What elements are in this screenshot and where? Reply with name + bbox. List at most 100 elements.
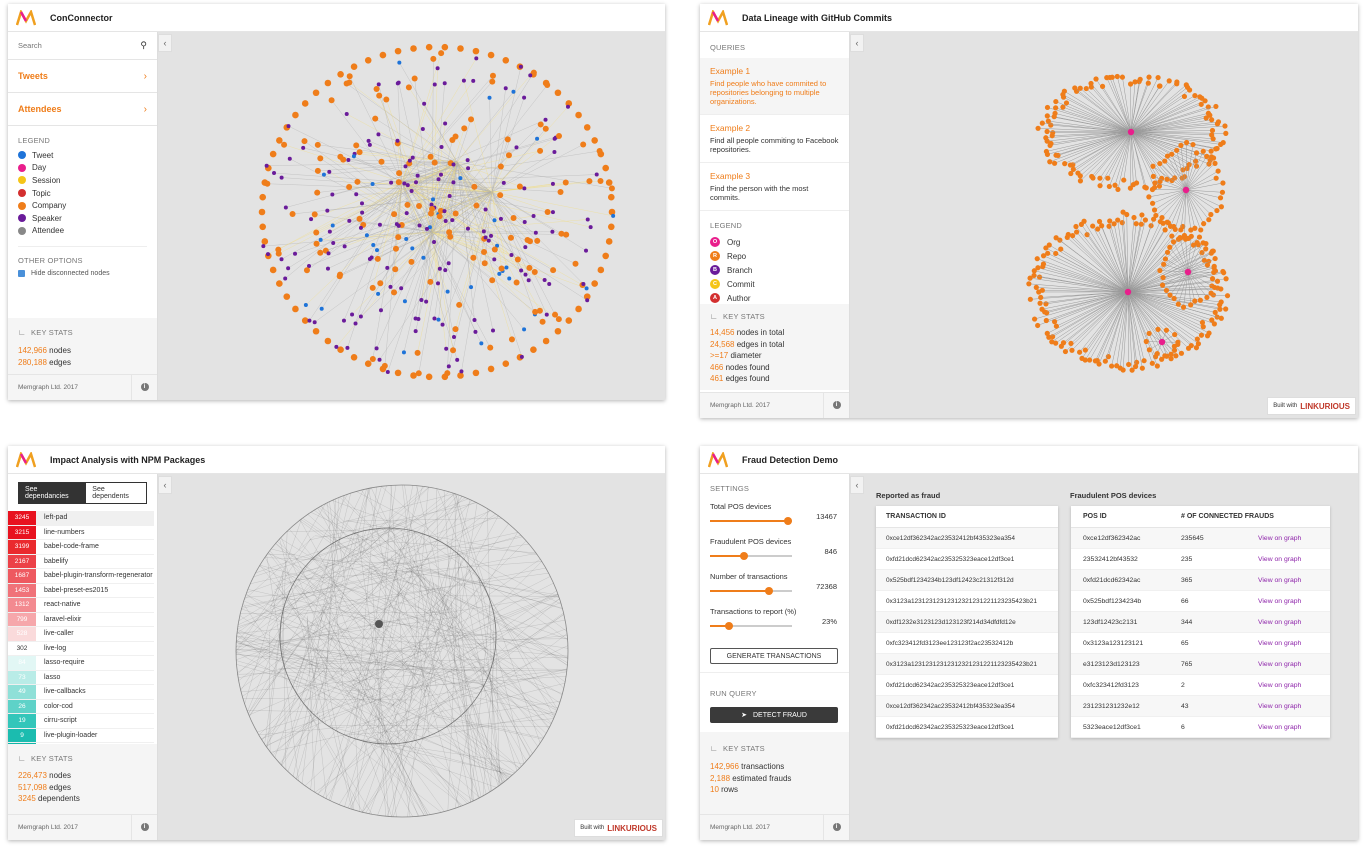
graph-node[interactable]: [369, 255, 374, 260]
graph-node[interactable]: [430, 55, 437, 62]
search-input[interactable]: [18, 41, 128, 50]
graph-node[interactable]: [410, 246, 415, 251]
repo-node[interactable]: [1163, 327, 1170, 333]
repo-node[interactable]: [1174, 81, 1180, 87]
repo-node[interactable]: [1162, 158, 1168, 164]
repo-node[interactable]: [1045, 118, 1051, 124]
repo-node[interactable]: [1157, 83, 1163, 89]
repo-node[interactable]: [1154, 350, 1160, 357]
repo-node[interactable]: [1198, 101, 1204, 107]
graph-node[interactable]: [397, 60, 402, 65]
graph-node[interactable]: [562, 179, 569, 186]
tab-see-dependents[interactable]: See dependents: [86, 482, 147, 504]
graph-node[interactable]: [327, 169, 332, 174]
company-node[interactable]: [605, 238, 613, 245]
repo-node[interactable]: [1053, 235, 1059, 241]
graph-node[interactable]: [450, 218, 455, 223]
graph-node[interactable]: [283, 276, 288, 281]
graph-node[interactable]: [537, 121, 544, 128]
graph-node[interactable]: [509, 253, 514, 258]
view-on-graph-link[interactable]: View on graph: [1258, 703, 1301, 710]
repo-node[interactable]: [1037, 300, 1043, 306]
repo-node[interactable]: [1146, 74, 1152, 80]
repo-node[interactable]: [1105, 175, 1111, 181]
graph-node[interactable]: [508, 336, 515, 343]
graph-node[interactable]: [427, 153, 434, 160]
graph-node[interactable]: [501, 180, 506, 185]
graph-node[interactable]: [261, 244, 266, 249]
graph-node[interactable]: [444, 370, 451, 377]
repo-node[interactable]: [1210, 155, 1217, 161]
company-node[interactable]: [364, 56, 372, 64]
view-on-graph-link[interactable]: View on graph: [1258, 682, 1301, 689]
graph-node[interactable]: [526, 264, 533, 271]
repo-node[interactable]: [1035, 322, 1041, 329]
repo-node[interactable]: [1172, 331, 1178, 338]
graph-node[interactable]: [465, 226, 470, 231]
company-node[interactable]: [324, 79, 332, 87]
graph-node[interactable]: [550, 267, 557, 274]
graph-node[interactable]: [594, 172, 599, 177]
repo-node[interactable]: [1131, 214, 1137, 221]
repo-node[interactable]: [1047, 159, 1053, 165]
repo-node[interactable]: [1146, 194, 1152, 200]
graph-node[interactable]: [572, 260, 579, 267]
graph-node[interactable]: [372, 115, 379, 122]
repo-node[interactable]: [1209, 276, 1216, 282]
graph-node[interactable]: [373, 85, 380, 92]
repo-node[interactable]: [1127, 185, 1133, 191]
repo-node[interactable]: [1190, 141, 1196, 148]
repo-node[interactable]: [1031, 316, 1038, 322]
graph-node[interactable]: [473, 329, 478, 334]
setting-slider[interactable]: [710, 516, 792, 526]
repo-node[interactable]: [1199, 250, 1205, 256]
graph-node[interactable]: [354, 192, 359, 197]
repo-node[interactable]: [1035, 265, 1041, 271]
package-row[interactable]: 1453 babel-preset-es2015: [8, 583, 154, 598]
package-row[interactable]: 84 lasso-require: [8, 656, 154, 671]
repo-node[interactable]: [1070, 166, 1076, 172]
built-with-badge[interactable]: Built with LINKURIOUS: [574, 819, 663, 837]
graph-node[interactable]: [470, 254, 477, 261]
package-row[interactable]: 26 color-cod: [8, 699, 154, 714]
repo-node[interactable]: [1031, 272, 1037, 279]
repo-node[interactable]: [1211, 284, 1218, 291]
graph-node[interactable]: [581, 281, 586, 286]
repo-node[interactable]: [1095, 226, 1101, 232]
repo-node[interactable]: [1171, 347, 1178, 353]
company-node[interactable]: [602, 252, 609, 260]
graph-node[interactable]: [461, 125, 468, 132]
repo-node[interactable]: [1033, 284, 1039, 290]
company-node[interactable]: [324, 337, 332, 345]
repo-node[interactable]: [1150, 163, 1156, 169]
graph-node[interactable]: [346, 157, 351, 162]
graph-node[interactable]: [264, 180, 271, 187]
graph-node[interactable]: [588, 225, 593, 230]
repo-node[interactable]: [1183, 139, 1190, 146]
graph-node[interactable]: [544, 312, 549, 317]
repo-node[interactable]: [1049, 339, 1055, 345]
graph-node[interactable]: [465, 158, 470, 163]
repo-node[interactable]: [1202, 98, 1208, 104]
repo-node[interactable]: [1212, 255, 1218, 262]
graph-node[interactable]: [404, 201, 411, 208]
graph-node[interactable]: [378, 158, 385, 165]
company-node[interactable]: [301, 100, 309, 107]
graph-node[interactable]: [483, 207, 488, 212]
graph-node[interactable]: [330, 192, 335, 197]
repo-node[interactable]: [1043, 148, 1050, 155]
graph-node[interactable]: [544, 209, 551, 216]
graph-node[interactable]: [466, 166, 471, 171]
repo-node[interactable]: [1164, 353, 1170, 359]
repo-node[interactable]: [1072, 85, 1078, 91]
graph-node[interactable]: [431, 197, 436, 202]
graph-node[interactable]: [421, 255, 426, 260]
repo-node[interactable]: [1126, 361, 1132, 368]
graph-node[interactable]: [586, 178, 593, 185]
search-box[interactable]: ⚲: [8, 32, 157, 60]
repo-node[interactable]: [1188, 233, 1194, 239]
graph-node[interactable]: [486, 238, 491, 243]
graph-node[interactable]: [383, 96, 390, 103]
company-node[interactable]: [312, 327, 320, 335]
graph-node[interactable]: [303, 302, 308, 307]
